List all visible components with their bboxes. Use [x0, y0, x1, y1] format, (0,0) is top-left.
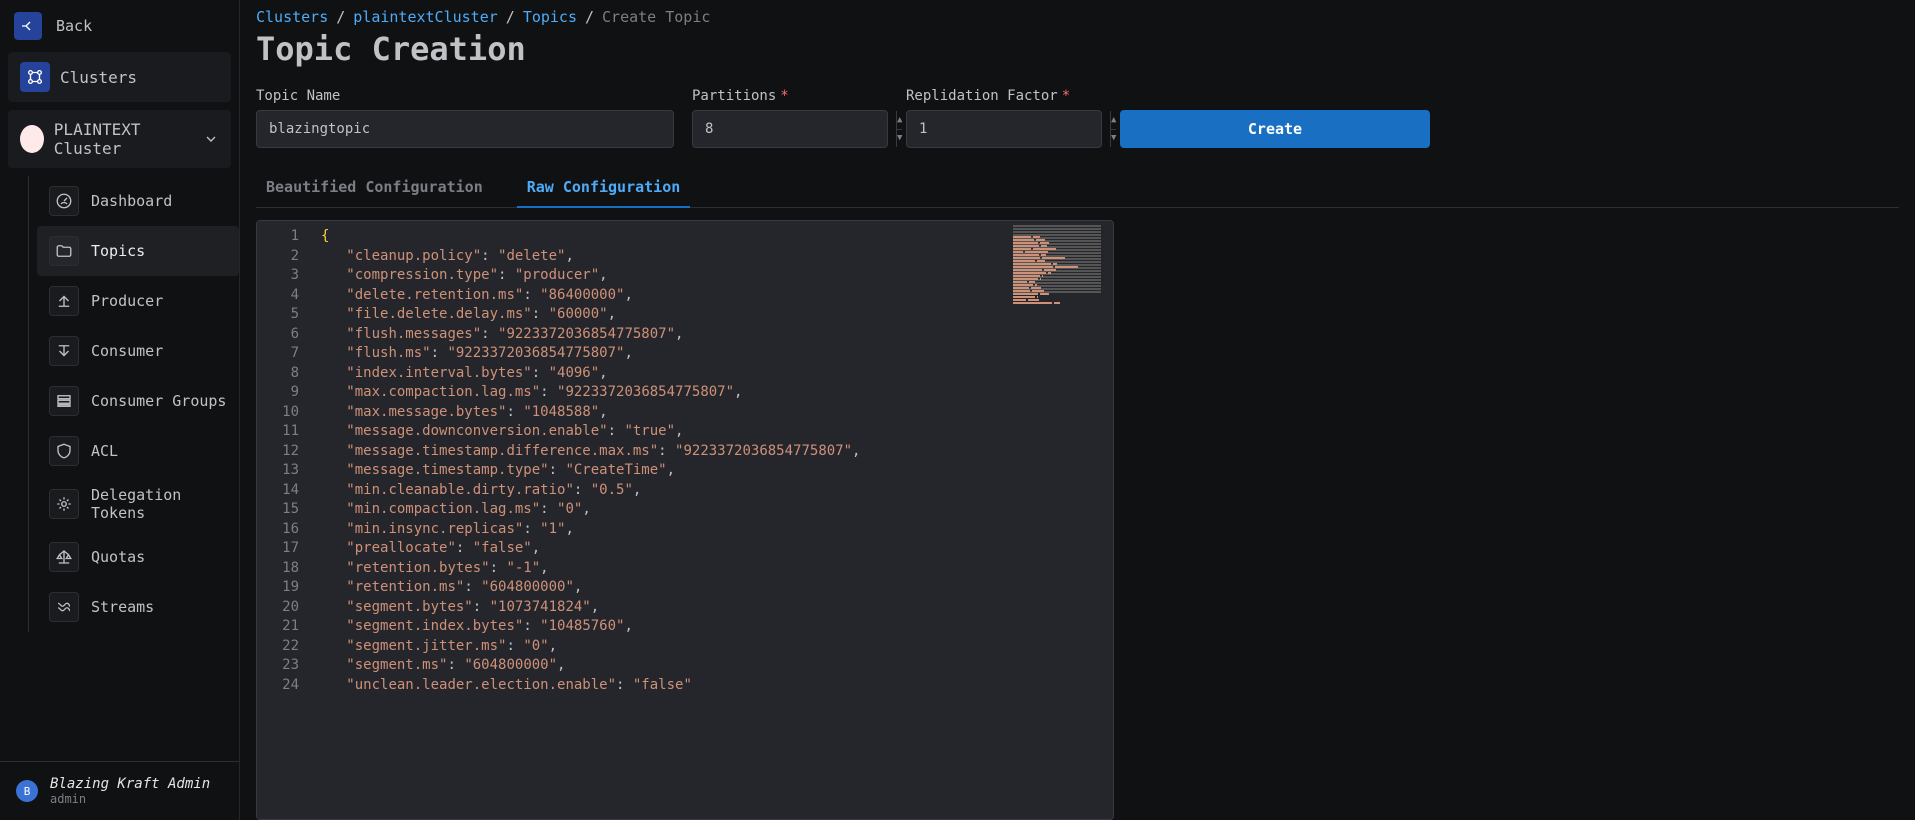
- stepper-down-icon[interactable]: ▼: [1111, 130, 1116, 148]
- breadcrumb-sep: /: [506, 8, 515, 26]
- nav-label: Producer: [91, 292, 163, 310]
- breadcrumb-clusters[interactable]: Clusters: [256, 8, 328, 26]
- stepper-up-icon[interactable]: ▲: [1111, 111, 1116, 130]
- stepper-down-icon[interactable]: ▼: [897, 130, 902, 148]
- nav-label: Streams: [91, 598, 154, 616]
- editor-gutter: 123456789101112131415161718192021222324: [257, 221, 309, 819]
- clusters-label: Clusters: [60, 68, 137, 87]
- breadcrumb-current: Create Topic: [602, 8, 710, 26]
- back-button[interactable]: Back: [0, 0, 239, 52]
- token-icon: [49, 489, 79, 519]
- tab-beautified[interactable]: Beautified Configuration: [256, 170, 493, 208]
- footer-user-name: Blazing Kraft Admin: [50, 776, 210, 792]
- nav-label: Dashboard: [91, 192, 172, 210]
- nav-label: Quotas: [91, 548, 145, 566]
- sidebar-item-consumer[interactable]: Consumer: [37, 326, 239, 376]
- main-content: Clusters / plaintextCluster / Topics / C…: [240, 0, 1915, 820]
- sidebar-item-dashboard[interactable]: Dashboard: [37, 176, 239, 226]
- layers-icon: [49, 386, 79, 416]
- config-editor[interactable]: 123456789101112131415161718192021222324 …: [256, 220, 1114, 820]
- cluster-color-icon: [20, 125, 44, 153]
- download-icon: [49, 336, 79, 366]
- gauge-icon: [49, 186, 79, 216]
- page-title: Topic Creation: [256, 30, 1899, 68]
- nav-label: Delegation Tokens: [91, 486, 181, 522]
- sidebar-item-consumer-groups[interactable]: Consumer Groups: [37, 376, 239, 426]
- sidebar-item-acl[interactable]: ACL: [37, 426, 239, 476]
- replication-stepper[interactable]: ▲▼: [906, 110, 1102, 148]
- breadcrumb-topics[interactable]: Topics: [523, 8, 577, 26]
- breadcrumb-sep: /: [585, 8, 594, 26]
- editor-minimap[interactable]: [1013, 225, 1101, 281]
- chevron-down-icon: [203, 131, 219, 147]
- clusters-icon: [20, 62, 50, 92]
- cluster-selector[interactable]: PLAINTEXT Cluster: [8, 110, 231, 168]
- topic-name-label: Topic Name: [256, 88, 674, 104]
- stepper-up-icon[interactable]: ▲: [897, 111, 902, 130]
- nav-label: Topics: [91, 242, 145, 260]
- sidebar-item-delegation-tokens[interactable]: Delegation Tokens: [37, 476, 239, 532]
- partitions-stepper[interactable]: ▲▼: [692, 110, 888, 148]
- topic-form: Topic Name Partitions* ▲▼ Replidation Fa…: [256, 88, 1899, 148]
- sidebar-footer[interactable]: B Blazing Kraft Admin admin: [0, 761, 239, 820]
- upload-icon: [49, 286, 79, 316]
- sidebar-item-streams[interactable]: Streams: [37, 582, 239, 632]
- avatar: B: [16, 780, 38, 802]
- nav-label: Consumer Groups: [91, 392, 226, 410]
- nav-label: Consumer: [91, 342, 163, 360]
- editor-code[interactable]: { "cleanup.policy": "delete", "compressi…: [309, 221, 860, 819]
- replication-input[interactable]: [907, 111, 1110, 147]
- replication-label: Replidation Factor*: [906, 88, 1102, 104]
- breadcrumb: Clusters / plaintextCluster / Topics / C…: [256, 8, 1899, 26]
- folder-icon: [49, 236, 79, 266]
- config-tabs: Beautified Configuration Raw Configurati…: [256, 170, 1899, 208]
- partitions-label: Partitions*: [692, 88, 888, 104]
- stream-icon: [49, 592, 79, 622]
- nav-label: ACL: [91, 442, 118, 460]
- sidebar-item-topics[interactable]: Topics: [37, 226, 239, 276]
- sidebar: Back Clusters PLAINTEXT Cluster Dashboar…: [0, 0, 240, 820]
- sidebar-clusters-button[interactable]: Clusters: [8, 52, 231, 102]
- breadcrumb-cluster[interactable]: plaintextCluster: [353, 8, 498, 26]
- tab-raw[interactable]: Raw Configuration: [517, 170, 691, 208]
- scale-icon: [49, 542, 79, 572]
- topic-name-input[interactable]: [256, 110, 674, 148]
- sidebar-item-quotas[interactable]: Quotas: [37, 532, 239, 582]
- create-button[interactable]: Create: [1120, 110, 1430, 148]
- footer-user-sub: admin: [50, 792, 210, 806]
- partitions-input[interactable]: [693, 111, 896, 147]
- back-icon: [14, 12, 42, 40]
- sidebar-item-producer[interactable]: Producer: [37, 276, 239, 326]
- shield-icon: [49, 436, 79, 466]
- cluster-selected-label: PLAINTEXT Cluster: [54, 120, 193, 158]
- breadcrumb-sep: /: [336, 8, 345, 26]
- back-label: Back: [56, 17, 92, 35]
